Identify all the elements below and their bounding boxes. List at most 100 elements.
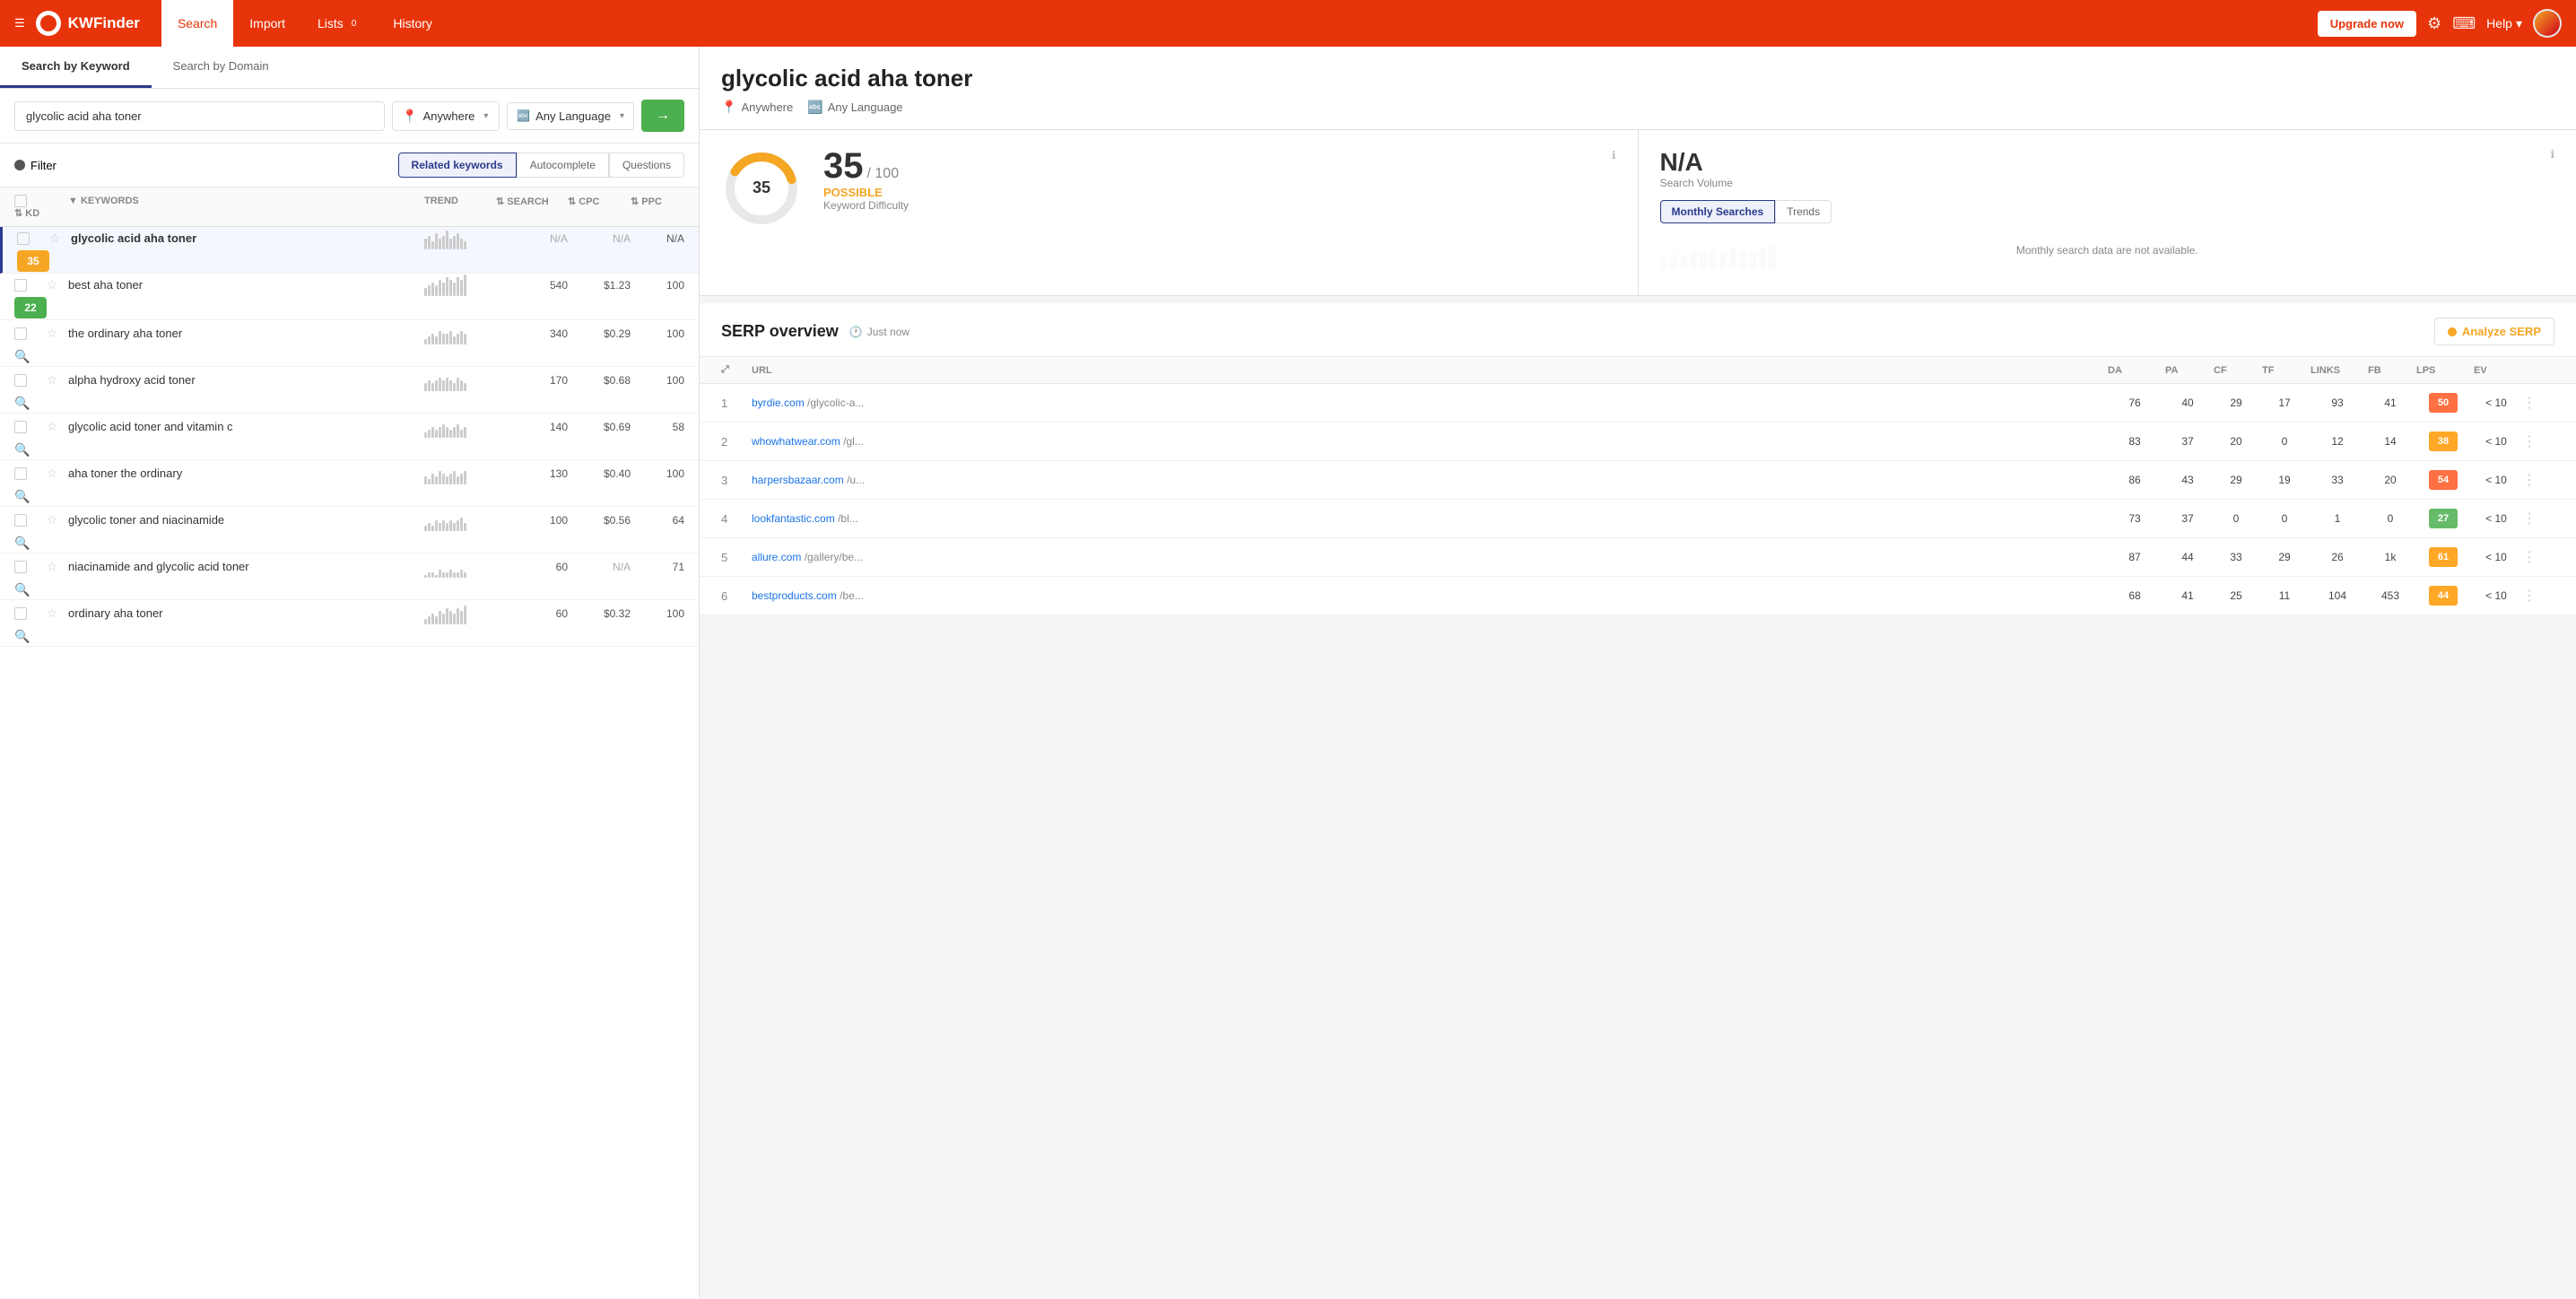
serp-url-link[interactable]: byrdie.com /glycolic-a... [752, 397, 864, 409]
filter-toggle[interactable]: Filter [14, 159, 57, 172]
serp-row-menu[interactable]: ⋮ [2522, 471, 2554, 489]
search-kd-icon[interactable]: 🔍 [14, 536, 30, 550]
kd-info-icon[interactable]: ℹ [1612, 149, 1616, 161]
serp-row-menu[interactable]: ⋮ [2522, 510, 2554, 527]
keyword-row[interactable]: ☆ alpha hydroxy acid toner 170 $0.68 100… [0, 367, 699, 414]
search-kd-icon[interactable]: 🔍 [14, 442, 30, 457]
tab-search-by-domain[interactable]: Search by Domain [152, 47, 291, 88]
star-icon[interactable]: ☆ [47, 512, 58, 527]
nav-tab-history[interactable]: History [377, 0, 448, 47]
row-checkbox[interactable] [17, 232, 49, 245]
keyword-row[interactable]: ☆ best aha toner 540 $1.23 100 22 [0, 274, 699, 320]
keyword-row[interactable]: ☆ aha toner the ordinary 130 $0.40 100 🔍 [0, 460, 699, 507]
location-select[interactable]: 📍 Anywhere ▾ [392, 101, 500, 131]
user-avatar[interactable] [2533, 9, 2562, 38]
search-kd-icon[interactable]: 🔍 [14, 349, 30, 363]
menu-dots-icon[interactable]: ⋮ [2522, 550, 2537, 565]
serp-row[interactable]: 3 harpersbazaar.com /u... 86 43 29 19 33… [700, 461, 2576, 500]
serp-row-menu[interactable]: ⋮ [2522, 394, 2554, 412]
menu-dots-icon[interactable]: ⋮ [2522, 473, 2537, 488]
row-checkbox[interactable] [14, 374, 47, 387]
row-star[interactable]: ☆ [47, 277, 68, 292]
keyword-row[interactable]: ☆ glycolic toner and niacinamide 100 $0.… [0, 507, 699, 554]
serp-url-link[interactable]: allure.com /gallery/be... [752, 551, 863, 563]
serp-row[interactable]: 4 lookfantastic.com /bl... 73 37 0 0 1 0… [700, 500, 2576, 538]
row-checkbox[interactable] [14, 561, 47, 573]
serp-url-link[interactable]: harpersbazaar.com /u... [752, 474, 865, 486]
settings-icon[interactable]: ⚙ [2427, 14, 2441, 33]
row-kd: 🔍 [14, 489, 47, 504]
serp-row[interactable]: 2 whowhatwear.com /gl... 83 37 20 0 12 1… [700, 423, 2576, 461]
help-button[interactable]: Help ▾ [2486, 16, 2522, 31]
star-icon[interactable]: ☆ [47, 277, 58, 292]
sv-tab-monthly[interactable]: Monthly Searches [1660, 200, 1776, 223]
row-star[interactable]: ☆ [47, 466, 68, 481]
row-checkbox[interactable] [14, 607, 47, 620]
keyword-search-input[interactable] [14, 101, 385, 131]
row-star[interactable]: ☆ [47, 372, 68, 388]
serp-url[interactable]: bestproducts.com /be... [752, 589, 2104, 602]
star-icon[interactable]: ☆ [47, 606, 58, 620]
row-star[interactable]: ☆ [49, 231, 71, 246]
menu-dots-icon[interactable]: ⋮ [2522, 588, 2537, 604]
star-icon[interactable]: ☆ [47, 419, 58, 433]
serp-url-link[interactable]: bestproducts.com /be... [752, 589, 864, 602]
keyword-row[interactable]: ☆ niacinamide and glycolic acid toner 60… [0, 554, 699, 600]
row-star[interactable]: ☆ [47, 606, 68, 621]
sv-info-icon[interactable]: ℹ [2550, 148, 2554, 161]
star-icon[interactable]: ☆ [47, 559, 58, 573]
menu-dots-icon[interactable]: ⋮ [2522, 434, 2537, 449]
menu-dots-icon[interactable]: ⋮ [2522, 396, 2537, 411]
serp-url[interactable]: byrdie.com /glycolic-a... [752, 397, 2104, 409]
brand-logo[interactable]: KWFinder [36, 11, 140, 36]
nav-tab-lists[interactable]: Lists 0 [301, 0, 377, 47]
serp-row-menu[interactable]: ⋮ [2522, 548, 2554, 566]
analyze-serp-button[interactable]: Analyze SERP [2434, 318, 2554, 345]
nav-tab-import[interactable]: Import [233, 0, 301, 47]
star-icon[interactable]: ☆ [47, 372, 58, 387]
row-star[interactable]: ☆ [47, 512, 68, 527]
tab-autocomplete[interactable]: Autocomplete [517, 153, 609, 178]
serp-url[interactable]: allure.com /gallery/be... [752, 551, 2104, 563]
serp-url[interactable]: harpersbazaar.com /u... [752, 474, 2104, 486]
row-checkbox[interactable] [14, 327, 47, 340]
serp-url[interactable]: lookfantastic.com /bl... [752, 512, 2104, 525]
star-icon[interactable]: ☆ [49, 231, 61, 245]
sv-tab-trends[interactable]: Trends [1775, 200, 1832, 223]
serp-row[interactable]: 5 allure.com /gallery/be... 87 44 33 29 … [700, 538, 2576, 577]
serp-row[interactable]: 1 byrdie.com /glycolic-a... 76 40 29 17 … [700, 384, 2576, 423]
keyword-row[interactable]: ☆ glycolic acid toner and vitamin c 140 … [0, 414, 699, 460]
star-icon[interactable]: ☆ [47, 466, 58, 480]
row-star[interactable]: ☆ [47, 559, 68, 574]
serp-row-menu[interactable]: ⋮ [2522, 432, 2554, 450]
serp-url-link[interactable]: lookfantastic.com /bl... [752, 512, 858, 525]
row-checkbox[interactable] [14, 421, 47, 433]
language-select[interactable]: 🔤 Any Language ▾ [507, 102, 634, 130]
row-star[interactable]: ☆ [47, 419, 68, 434]
serp-url-link[interactable]: whowhatwear.com /gl... [752, 435, 864, 448]
keyword-row[interactable]: ☆ the ordinary aha toner 340 $0.29 100 🔍 [0, 320, 699, 367]
row-checkbox[interactable] [14, 279, 47, 292]
hamburger-icon[interactable]: ☰ [14, 16, 25, 31]
nav-tab-search[interactable]: Search [161, 0, 233, 47]
search-kd-icon[interactable]: 🔍 [14, 396, 30, 410]
search-kd-icon[interactable]: 🔍 [14, 582, 30, 597]
serp-row[interactable]: 6 bestproducts.com /be... 68 41 25 11 10… [700, 577, 2576, 615]
row-checkbox[interactable] [14, 514, 47, 527]
row-star[interactable]: ☆ [47, 326, 68, 341]
tab-related-keywords[interactable]: Related keywords [398, 153, 517, 178]
row-checkbox[interactable] [14, 467, 47, 480]
serp-row-menu[interactable]: ⋮ [2522, 587, 2554, 605]
upgrade-button[interactable]: Upgrade now [2318, 11, 2416, 37]
search-kd-icon[interactable]: 🔍 [14, 489, 30, 503]
search-kd-icon[interactable]: 🔍 [14, 629, 30, 643]
keyword-row[interactable]: ☆ glycolic acid aha toner N/A N/A N/A 35 [0, 227, 699, 274]
tab-search-by-keyword[interactable]: Search by Keyword [0, 47, 152, 88]
tab-questions[interactable]: Questions [609, 153, 684, 178]
keyboard-icon[interactable]: ⌨ [2452, 14, 2476, 33]
menu-dots-icon[interactable]: ⋮ [2522, 511, 2537, 527]
serp-url[interactable]: whowhatwear.com /gl... [752, 435, 2104, 448]
search-submit-button[interactable]: → [641, 100, 684, 132]
keyword-row[interactable]: ☆ ordinary aha toner 60 $0.32 100 🔍 [0, 600, 699, 647]
star-icon[interactable]: ☆ [47, 326, 58, 340]
